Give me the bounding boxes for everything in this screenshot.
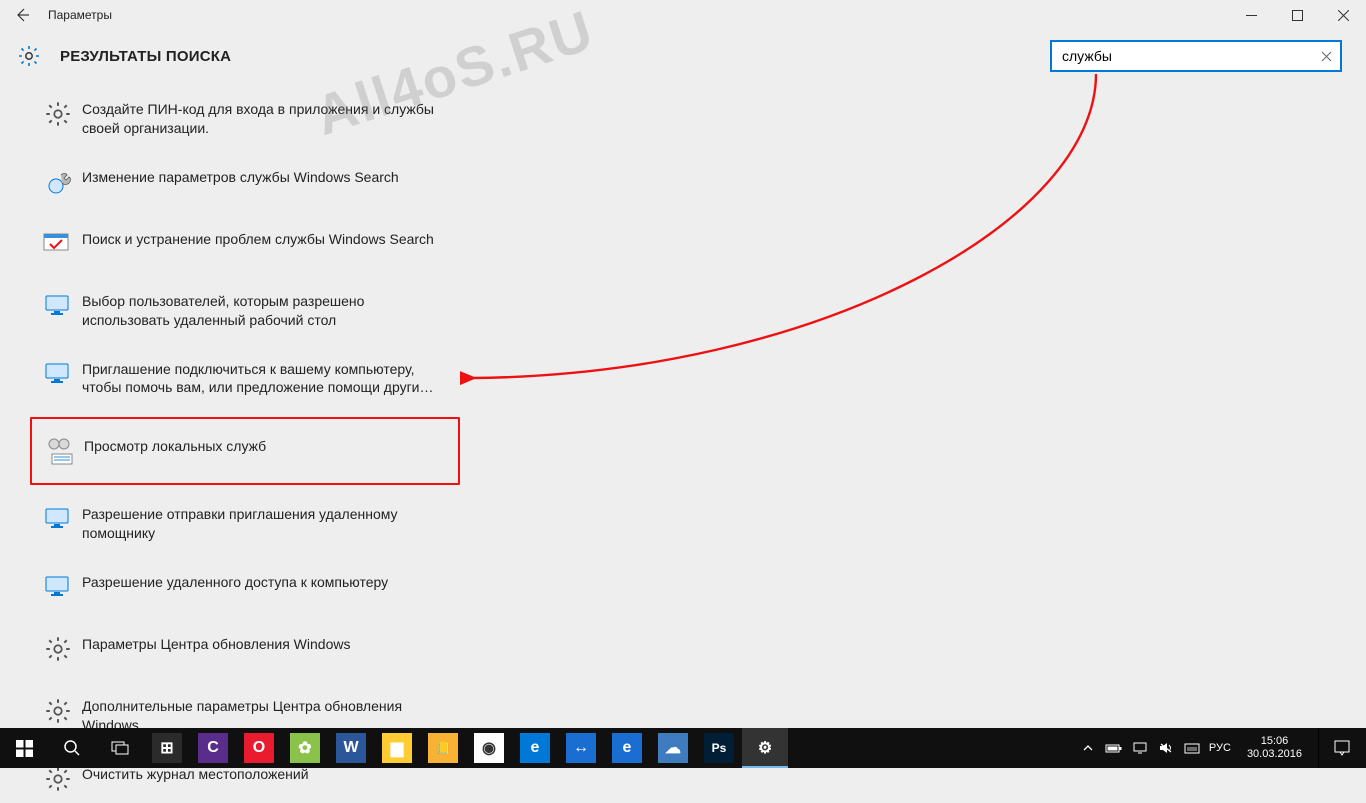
language-indicator[interactable]: РУС <box>1209 742 1231 754</box>
taskbar-app-chrome[interactable]: ◉ <box>466 728 512 768</box>
result-label: Выбор пользователей, которым разрешено и… <box>82 288 450 330</box>
taskbar-app-android[interactable]: ✿ <box>282 728 328 768</box>
taskbar-app-settings[interactable]: ⚙ <box>742 728 788 768</box>
network-icon[interactable] <box>1131 739 1149 757</box>
result-label: Изменение параметров службы Windows Sear… <box>82 164 399 187</box>
monitor-icon <box>40 356 76 392</box>
minimize-button[interactable] <box>1228 0 1274 30</box>
window-controls <box>1228 0 1366 30</box>
result-item[interactable]: Создайте ПИН-код для входа в приложения … <box>30 90 460 144</box>
results-list: Создайте ПИН-код для входа в приложения … <box>0 90 460 803</box>
taskbar-app-photoshop[interactable]: Ps <box>696 728 742 768</box>
result-label: Параметры Центра обновления Windows <box>82 631 350 654</box>
gear-icon <box>40 96 76 132</box>
app-glyph: e <box>520 733 550 763</box>
search-input[interactable] <box>1050 40 1342 72</box>
app-glyph: ◉ <box>474 733 504 763</box>
search-wrap <box>1050 40 1342 72</box>
result-label: Приглашение подключиться к вашему компью… <box>82 356 450 398</box>
gear-icon <box>40 631 76 667</box>
titlebar: Параметры <box>0 0 1366 30</box>
annotation-arrow <box>460 60 1160 400</box>
app-glyph: ✿ <box>290 733 320 763</box>
taskbar-app-edge[interactable]: e <box>512 728 558 768</box>
clock-time: 15:06 <box>1247 735 1302 748</box>
monitor-icon <box>40 501 76 537</box>
taskbar-app-word[interactable]: W <box>328 728 374 768</box>
clear-search-icon[interactable] <box>1316 46 1336 66</box>
taskbar-clock[interactable]: 15:06 30.03.2016 <box>1239 735 1310 761</box>
result-item[interactable]: Изменение параметров службы Windows Sear… <box>30 158 460 206</box>
result-label: Просмотр локальных служб <box>84 433 266 456</box>
tray-chevron-icon[interactable] <box>1079 739 1097 757</box>
taskbar-app-calculator[interactable]: ⊞ <box>144 728 190 768</box>
result-item[interactable]: Параметры Центра обновления Windows <box>30 625 460 673</box>
start-button[interactable] <box>0 728 48 768</box>
window-title: Параметры <box>48 8 112 22</box>
taskbar-apps: ⊞ CO ✿ W ▆ 📒 ◉ e ↔ e ☁ Ps ⚙ <box>144 728 788 768</box>
app-glyph: C <box>198 733 228 763</box>
taskbar-app-ccleaner[interactable]: C <box>190 728 236 768</box>
taskbar-app-teamviewer[interactable]: ↔ <box>558 728 604 768</box>
monitor-icon <box>40 288 76 324</box>
wrench-icon <box>40 164 76 200</box>
taskview-button[interactable] <box>96 728 144 768</box>
gear-icon <box>14 41 44 71</box>
app-glyph: Ps <box>704 733 734 763</box>
result-item[interactable]: Разрешение отправки приглашения удаленно… <box>30 495 460 549</box>
app-glyph: ⚙ <box>750 733 780 763</box>
app-glyph: O <box>244 733 274 763</box>
result-label: Разрешение удаленного доступа к компьюте… <box>82 569 388 592</box>
troubleshoot-icon <box>40 226 76 262</box>
app-glyph: 📒 <box>428 733 458 763</box>
battery-icon[interactable] <box>1105 739 1123 757</box>
ime-icon[interactable] <box>1183 739 1201 757</box>
close-button[interactable] <box>1320 0 1366 30</box>
clock-date: 30.03.2016 <box>1247 748 1302 761</box>
system-tray: РУС 15:06 30.03.2016 <box>1079 728 1366 768</box>
taskbar-app-explorer[interactable]: ▆ <box>374 728 420 768</box>
volume-icon[interactable] <box>1157 739 1175 757</box>
app-glyph: ⊞ <box>152 733 182 763</box>
result-item[interactable]: Поиск и устранение проблем службы Window… <box>30 220 460 268</box>
gear-icon <box>40 693 76 729</box>
back-button[interactable] <box>8 1 36 29</box>
app-glyph: W <box>336 733 366 763</box>
result-item[interactable]: Приглашение подключиться к вашему компью… <box>30 350 460 404</box>
result-item[interactable]: Разрешение удаленного доступа к компьюте… <box>30 563 460 611</box>
action-center-button[interactable] <box>1318 728 1364 768</box>
monitor-icon <box>40 569 76 605</box>
header-row: РЕЗУЛЬТАТЫ ПОИСКА <box>0 30 1366 90</box>
app-glyph: ☁ <box>658 733 688 763</box>
result-label: Поиск и устранение проблем службы Window… <box>82 226 434 249</box>
result-label: Разрешение отправки приглашения удаленно… <box>82 501 450 543</box>
taskbar-app-onedrive[interactable]: ☁ <box>650 728 696 768</box>
search-button[interactable] <box>48 728 96 768</box>
app-glyph: ↔ <box>566 733 596 763</box>
taskbar-app-skype[interactable]: 📒 <box>420 728 466 768</box>
result-item[interactable]: Выбор пользователей, которым разрешено и… <box>30 282 460 336</box>
maximize-button[interactable] <box>1274 0 1320 30</box>
taskbar-app-ie[interactable]: e <box>604 728 650 768</box>
services-icon <box>42 433 78 469</box>
taskbar: ⊞ CO ✿ W ▆ 📒 ◉ e ↔ e ☁ Ps ⚙ РУС 15:06 30.03.2016 <box>0 728 1366 768</box>
app-glyph: ▆ <box>382 733 412 763</box>
taskbar-app-opera[interactable]: O <box>236 728 282 768</box>
result-label: Создайте ПИН-код для входа в приложения … <box>82 96 450 138</box>
page-heading: РЕЗУЛЬТАТЫ ПОИСКА <box>60 48 231 65</box>
result-item[interactable]: Просмотр локальных служб <box>30 417 460 485</box>
app-glyph: e <box>612 733 642 763</box>
